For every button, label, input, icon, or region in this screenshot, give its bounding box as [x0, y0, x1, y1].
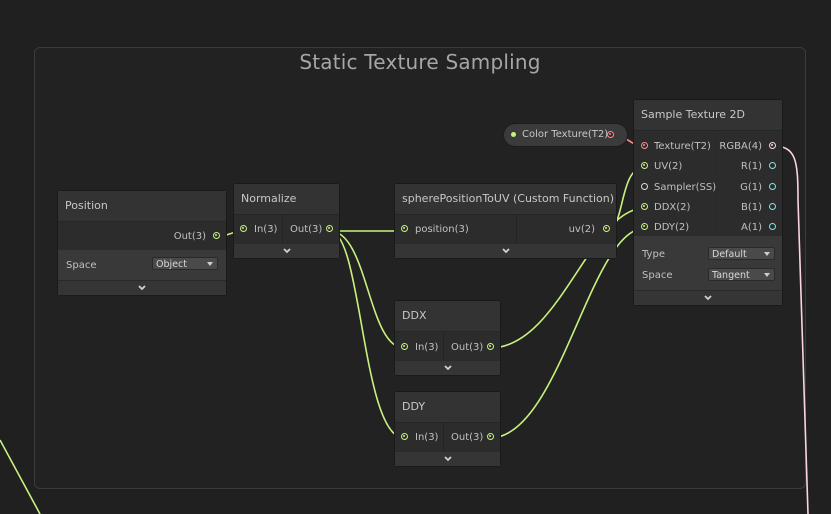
input-port-ddx[interactable]: [641, 203, 648, 210]
node-custom-function[interactable]: spherePositionToUV (Custom Function) pos…: [395, 184, 616, 258]
property-label: Color Texture(T2): [522, 129, 609, 140]
port-divider: [443, 332, 444, 361]
node-expander[interactable]: [634, 290, 782, 305]
port-divider: [282, 215, 283, 244]
node-expander[interactable]: [395, 360, 500, 375]
node-title: DDX: [395, 301, 500, 332]
node-ddx[interactable]: DDX In(3) Out(3): [395, 301, 500, 375]
chevron-down-icon: [138, 285, 146, 291]
port-rows: Texture(T2) UV(2) Sampler(SS) DDX(2) DDY…: [634, 131, 782, 236]
property-output-port[interactable]: [607, 131, 614, 138]
node-normalize[interactable]: Normalize In(3) Out(3): [234, 184, 339, 258]
port-row: In(3) Out(3): [234, 215, 339, 244]
port-row: In(3) Out(3): [395, 423, 500, 452]
node-expander[interactable]: [58, 280, 226, 295]
input-label-texture: Texture(T2): [654, 141, 711, 152]
output-label-g: G(1): [740, 182, 762, 193]
port-row: In(3) Out(3): [395, 332, 500, 361]
space-dropdown-value: Object: [156, 259, 187, 270]
output-port[interactable]: [326, 225, 333, 232]
node-title: Position: [58, 191, 226, 222]
output-label-b: B(1): [740, 202, 762, 213]
port-row: position(3) uv(2): [395, 215, 616, 244]
output-port[interactable]: [487, 433, 494, 440]
input-label-ddx: DDX(2): [654, 202, 691, 213]
output-port-g[interactable]: [769, 183, 776, 190]
node-expander[interactable]: [234, 243, 339, 258]
space-dropdown[interactable]: Tangent: [708, 268, 775, 281]
output-label: Out(3): [451, 432, 484, 443]
port-divider: [443, 423, 444, 452]
input-port[interactable]: [401, 433, 408, 440]
output-label: Out(3): [290, 224, 323, 235]
output-label: uv(2): [568, 224, 595, 235]
space-dropdown[interactable]: Object: [152, 257, 218, 270]
input-label: In(3): [415, 342, 439, 353]
shader-graph-canvas[interactable]: Static Texture Sampling Color Texture(T2…: [0, 0, 831, 514]
input-port[interactable]: [401, 343, 408, 350]
chevron-down-icon: [443, 456, 452, 462]
output-label: Out(3): [451, 342, 484, 353]
node-expander[interactable]: [395, 243, 616, 258]
output-port-a[interactable]: [769, 223, 776, 230]
input-port[interactable]: [401, 225, 408, 232]
space-dropdown-value: Tangent: [712, 270, 750, 281]
chevron-down-icon: [443, 365, 452, 371]
node-position[interactable]: Position Out(3) Space Object: [58, 191, 226, 295]
input-label: In(3): [254, 224, 278, 235]
output-port[interactable]: [487, 343, 494, 350]
node-ddy[interactable]: DDY In(3) Out(3): [395, 392, 500, 466]
output-port[interactable]: [603, 225, 610, 232]
space-label: Space: [66, 260, 97, 271]
chevron-down-icon: [501, 248, 510, 254]
node-title: Normalize: [234, 184, 339, 215]
input-label-ddy: DDY(2): [654, 222, 690, 233]
chevron-down-icon: [704, 295, 712, 301]
output-label-r: R(1): [740, 161, 762, 172]
port-divider: [516, 215, 517, 244]
node-title: DDY: [395, 392, 500, 423]
node-title: Sample Texture 2D: [634, 100, 782, 131]
input-port-uv[interactable]: [641, 162, 648, 169]
node-expander[interactable]: [395, 451, 500, 466]
input-port-texture[interactable]: [641, 142, 648, 149]
output-port[interactable]: [213, 232, 220, 239]
type-dropdown[interactable]: Default: [708, 247, 775, 260]
properties: Space Object: [58, 250, 226, 282]
color-texture-property[interactable]: Color Texture(T2): [504, 124, 627, 146]
output-label: Out(3): [173, 231, 206, 242]
output-port-rgba[interactable]: [769, 142, 776, 149]
node-title: spherePositionToUV (Custom Function): [395, 184, 616, 215]
space-label: Space: [642, 270, 673, 281]
port-row: Out(3): [58, 222, 226, 250]
output-label-a: A(1): [740, 222, 762, 233]
output-port-b[interactable]: [769, 203, 776, 210]
input-label-sampler: Sampler(SS): [654, 182, 717, 193]
output-port-r[interactable]: [769, 162, 776, 169]
output-label-rgba: RGBA(4): [719, 141, 762, 152]
chevron-down-icon: [282, 248, 291, 254]
type-dropdown-value: Default: [712, 249, 747, 260]
input-label: position(3): [415, 224, 469, 235]
dropdown-caret-icon: [207, 262, 213, 266]
type-label: Type: [642, 249, 665, 260]
node-sample-texture-2d[interactable]: Sample Texture 2D Texture(T2) UV(2) Samp…: [634, 100, 782, 305]
dropdown-caret-icon: [764, 252, 770, 256]
dropdown-caret-icon: [764, 273, 770, 277]
input-label: In(3): [415, 432, 439, 443]
input-port[interactable]: [240, 225, 247, 232]
group-title[interactable]: Static Texture Sampling: [35, 50, 805, 74]
properties: Type Default Space Tangent: [634, 236, 782, 291]
property-dot-icon: [511, 132, 516, 137]
input-port-ddy[interactable]: [641, 223, 648, 230]
input-port-sampler[interactable]: [641, 183, 648, 190]
input-label-uv: UV(2): [654, 161, 683, 172]
